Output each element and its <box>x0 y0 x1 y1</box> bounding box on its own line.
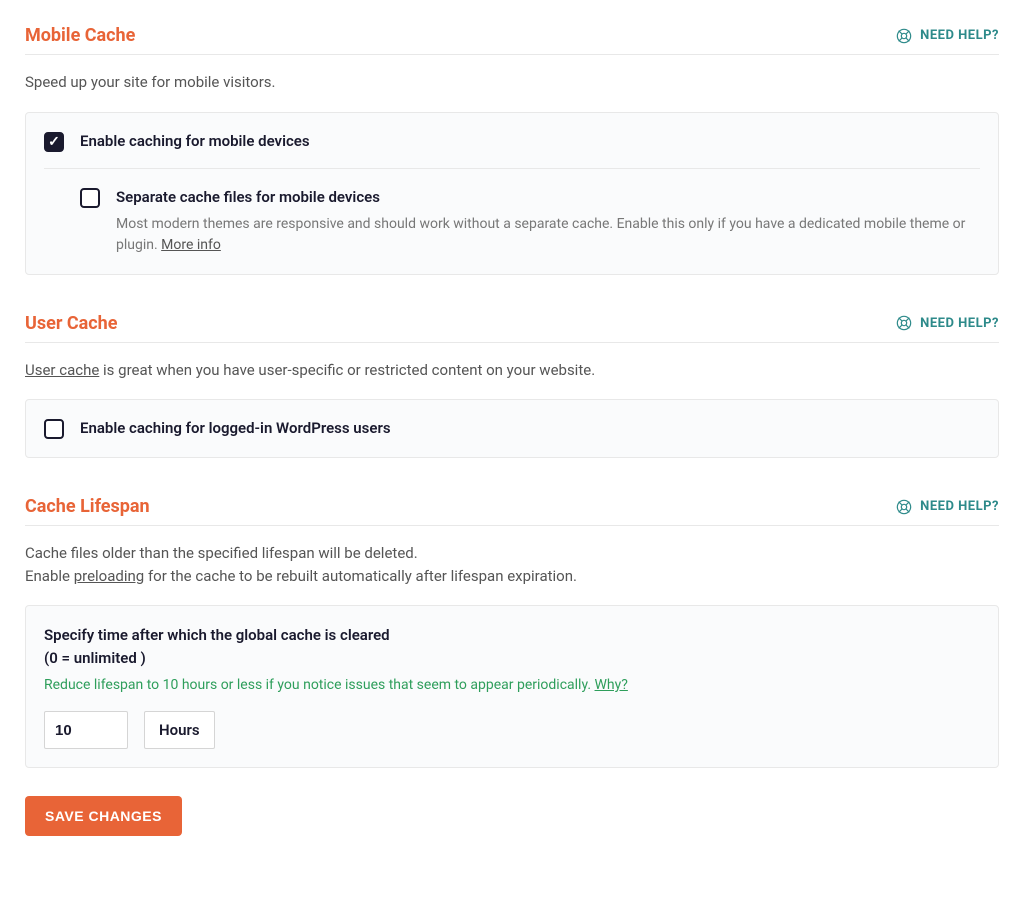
need-help-label: NEED HELP? <box>920 316 999 331</box>
divider <box>44 168 980 169</box>
need-help-label: NEED HELP? <box>920 499 999 514</box>
specify-line1: Specify time after which the global cach… <box>44 626 390 644</box>
lifespan-specify-label: Specify time after which the global cach… <box>44 624 980 669</box>
option-enable-mobile-cache: Enable caching for mobile devices <box>44 131 980 152</box>
lifespan-value-input[interactable] <box>44 711 128 749</box>
checkbox-separate-mobile[interactable] <box>80 188 100 208</box>
more-info-link[interactable]: More info <box>161 237 221 253</box>
need-help-link[interactable]: NEED HELP? <box>896 28 999 44</box>
lifespan-desc: Cache files older than the specified lif… <box>25 542 999 587</box>
separate-mobile-label: Separate cache files for mobile devices <box>116 187 980 208</box>
mobile-cache-panel: Enable caching for mobile devices Separa… <box>25 112 999 275</box>
user-cache-desc: User cache is great when you have user-s… <box>25 359 999 382</box>
section-title-lifespan: Cache Lifespan <box>25 496 150 517</box>
user-cache-panel: Enable caching for logged-in WordPress u… <box>25 399 999 458</box>
lifespan-desc-line1: Cache files older than the specified lif… <box>25 544 418 562</box>
lifespan-unit-select[interactable]: Hours <box>144 711 215 749</box>
user-cache-link[interactable]: User cache <box>25 361 99 379</box>
lifespan-desc-rest: for the cache to be rebuilt automaticall… <box>144 567 577 585</box>
section-user-cache: User Cache NEED HELP? User cache is grea… <box>25 313 999 459</box>
option-enable-user-cache: Enable caching for logged-in WordPress u… <box>44 418 980 439</box>
section-mobile-cache: Mobile Cache NEED HELP? Speed up your si… <box>25 25 999 275</box>
tip-text: Reduce lifespan to 10 hours or less if y… <box>44 677 595 693</box>
lifespan-panel: Specify time after which the global cach… <box>25 605 999 768</box>
need-help-link[interactable]: NEED HELP? <box>896 315 999 331</box>
separate-mobile-help-text: Most modern themes are responsive and sh… <box>116 216 965 253</box>
separate-mobile-help: Most modern themes are responsive and sh… <box>116 214 980 256</box>
lifespan-desc-enable: Enable <box>25 567 74 585</box>
help-icon <box>896 499 912 515</box>
option-body: Separate cache files for mobile devices … <box>116 187 980 256</box>
help-icon <box>896 315 912 331</box>
section-title-mobile: Mobile Cache <box>25 25 135 46</box>
enable-user-label: Enable caching for logged-in WordPress u… <box>80 418 980 439</box>
option-body: Enable caching for mobile devices <box>80 131 980 152</box>
checkbox-enable-mobile[interactable] <box>44 132 64 152</box>
lifespan-input-row: Hours <box>44 711 980 749</box>
help-icon <box>896 28 912 44</box>
enable-mobile-label: Enable caching for mobile devices <box>80 131 980 152</box>
section-header: Cache Lifespan NEED HELP? <box>25 496 999 526</box>
user-cache-desc-rest: is great when you have user-specific or … <box>99 361 595 379</box>
checkbox-enable-user[interactable] <box>44 419 64 439</box>
mobile-cache-desc: Speed up your site for mobile visitors. <box>25 71 999 94</box>
option-separate-mobile-cache: Separate cache files for mobile devices … <box>80 187 980 256</box>
section-header: User Cache NEED HELP? <box>25 313 999 343</box>
preloading-link[interactable]: preloading <box>74 567 145 585</box>
specify-line2: (0 = unlimited ) <box>44 649 146 667</box>
option-body: Enable caching for logged-in WordPress u… <box>80 418 980 439</box>
why-link[interactable]: Why? <box>595 677 628 693</box>
lifespan-tip: Reduce lifespan to 10 hours or less if y… <box>44 677 980 693</box>
section-title-user: User Cache <box>25 313 118 334</box>
section-cache-lifespan: Cache Lifespan NEED HELP? Cache files ol… <box>25 496 999 768</box>
section-header: Mobile Cache NEED HELP? <box>25 25 999 55</box>
need-help-label: NEED HELP? <box>920 28 999 43</box>
need-help-link[interactable]: NEED HELP? <box>896 499 999 515</box>
save-changes-button[interactable]: SAVE CHANGES <box>25 796 182 836</box>
